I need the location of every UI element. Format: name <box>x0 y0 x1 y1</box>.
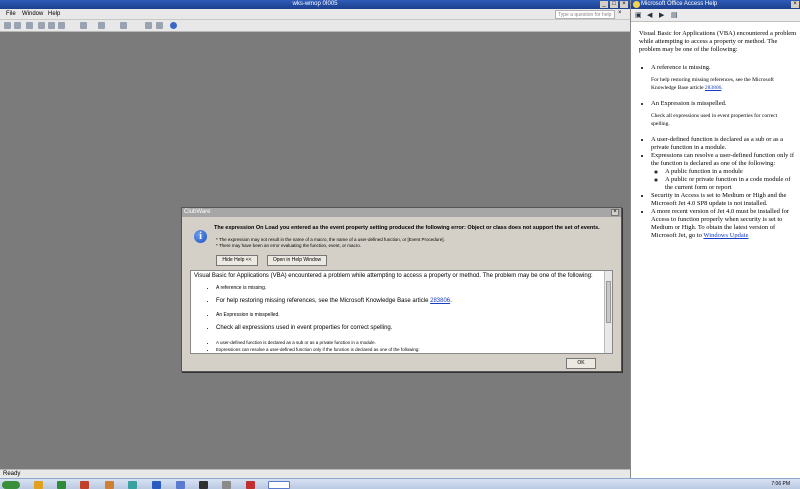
help-item: Expressions can resolve a user-defined f… <box>651 152 797 192</box>
help-pane-title-bar: Microsoft Office Access Help × <box>631 0 800 9</box>
status-text: Ready <box>3 471 21 477</box>
help-subitem: A public function in a module <box>665 168 797 176</box>
details-item: For help restoring missing references, s… <box>216 298 599 306</box>
office-links-icon[interactable] <box>98 22 105 29</box>
help-pane: Microsoft Office Access Help × ▣ ◀ ▶ ▤ V… <box>630 0 800 478</box>
taskbar-powerpoint-icon[interactable] <box>80 481 89 489</box>
app-title-bar: wks-wmop 0Ï005 _ □ × <box>0 0 630 9</box>
help-intro: Visual Basic for Applications (VBA) enco… <box>639 30 797 53</box>
kb-article-link[interactable]: 283806 <box>705 85 722 91</box>
details-kb-link[interactable]: 283806 <box>430 298 450 304</box>
taskbar-clock: 7:06 PM <box>771 481 790 487</box>
tile-icon[interactable]: ▣ <box>635 11 642 19</box>
details-item: Expressions can resolve a user-defined f… <box>216 346 599 353</box>
taskbar-word-icon[interactable] <box>152 481 161 489</box>
details-intro: Visual Basic for Applications (VBA) enco… <box>194 273 593 279</box>
help-item: An Expression is misspelled. Check all e… <box>651 100 797 128</box>
menu-bar: File Window Help Type a question for hel… <box>0 9 630 20</box>
new-object-icon[interactable] <box>156 22 163 29</box>
status-bar: Ready <box>0 469 630 478</box>
taskbar-excel-icon[interactable] <box>57 481 66 489</box>
details-item: A user-defined function is declared as a… <box>216 339 599 347</box>
forward-icon[interactable]: ▶ <box>659 11 664 19</box>
error-dialog: ClubWare × i The expression On Load you … <box>181 207 622 372</box>
close-button[interactable]: × <box>620 1 628 8</box>
relationships-icon[interactable] <box>145 22 152 29</box>
menu-close-icon[interactable]: × <box>618 10 622 16</box>
taskbar-app-icon[interactable] <box>128 481 137 489</box>
help-close-button[interactable]: × <box>791 1 799 8</box>
toolbar <box>0 20 630 32</box>
dialog-message: The expression On Load you entered as th… <box>214 225 600 231</box>
open-help-window-button[interactable]: Open in Help Window <box>267 255 327 266</box>
minimize-button[interactable]: _ <box>600 1 608 8</box>
details-item: An Expression is misspelled. <box>216 312 599 320</box>
save-icon[interactable] <box>14 22 21 29</box>
help-question-input[interactable]: Type a question for help <box>555 10 615 19</box>
dialog-notes: * The expression may not result in the n… <box>216 237 445 249</box>
help-item: A more recent version of Jet 4.0 must be… <box>651 208 797 240</box>
help-pane-title: Microsoft Office Access Help <box>641 1 718 7</box>
info-icon: i <box>194 230 207 243</box>
app-title: wks-wmop 0Ï005 <box>292 1 338 7</box>
maximize-button[interactable]: □ <box>610 1 618 8</box>
details-item: A reference is missing. <box>216 285 599 293</box>
taskbar-outlook-icon[interactable] <box>176 481 185 489</box>
paste-icon[interactable] <box>58 22 65 29</box>
details-scrollbar[interactable] <box>604 271 612 353</box>
dialog-close-button[interactable]: × <box>611 209 619 216</box>
help-item: Security in Access is set to Medium or H… <box>651 192 797 208</box>
cut-icon[interactable] <box>38 22 45 29</box>
help-details-panel: Visual Basic for Applications (VBA) enco… <box>190 270 613 354</box>
hide-help-button[interactable]: Hide Help << <box>216 255 258 266</box>
new-icon[interactable] <box>4 22 11 29</box>
print-help-icon[interactable]: ▤ <box>671 11 678 19</box>
ok-button[interactable]: OK <box>566 358 596 369</box>
help-icon[interactable] <box>170 22 177 29</box>
dialog-note: * There may have been an error evaluatin… <box>216 243 361 248</box>
taskbar-access-icon[interactable] <box>246 481 255 489</box>
print-icon[interactable] <box>26 22 33 29</box>
menu-help[interactable]: Help <box>48 11 60 17</box>
analyze-icon[interactable] <box>120 22 127 29</box>
taskbar-active-window[interactable] <box>268 481 290 489</box>
windows-update-link[interactable]: Windows Update <box>703 232 748 239</box>
taskbar-terminal-icon[interactable] <box>199 481 208 489</box>
details-item: Check all expressions used in event prop… <box>216 325 599 333</box>
menu-window[interactable]: Window <box>22 11 43 17</box>
help-toolbar: ▣ ◀ ▶ ▤ <box>631 9 800 22</box>
help-content: Visual Basic for Applications (VBA) enco… <box>639 30 797 248</box>
start-button[interactable] <box>2 481 20 489</box>
help-book-icon <box>633 1 640 8</box>
taskbar: 7:06 PM <box>0 478 800 489</box>
taskbar-folder-icon[interactable] <box>34 481 43 489</box>
help-item: A user-defined function is declared as a… <box>651 136 797 152</box>
menu-file[interactable]: File <box>6 11 16 17</box>
scrollbar-thumb[interactable] <box>606 281 611 323</box>
undo-icon[interactable] <box>80 22 87 29</box>
help-subitem: A public or private function in a code m… <box>665 176 797 192</box>
dialog-title-bar: ClubWare × <box>182 208 621 217</box>
taskbar-firefox-icon[interactable] <box>105 481 114 489</box>
dialog-title: ClubWare <box>184 209 211 215</box>
copy-icon[interactable] <box>48 22 55 29</box>
help-item: A reference is missing. For help restori… <box>651 64 797 92</box>
taskbar-app-icon[interactable] <box>222 481 231 489</box>
back-icon[interactable]: ◀ <box>647 11 652 19</box>
